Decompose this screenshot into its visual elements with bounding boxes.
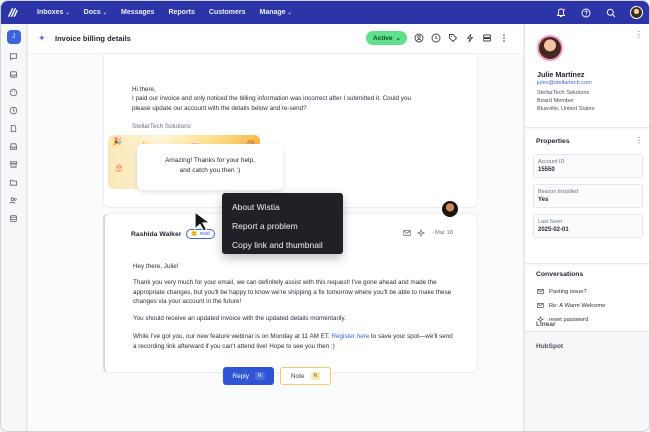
customer-role: Board Member: [537, 98, 574, 104]
message-meta: · Mar 18: [403, 229, 453, 237]
tray-icon[interactable]: [8, 69, 19, 80]
users-icon[interactable]: [8, 195, 19, 206]
status-dropdown[interactable]: Active ⌄: [366, 31, 407, 45]
help-icon[interactable]: [580, 7, 591, 18]
mailbox-badge[interactable]: J: [6, 30, 21, 44]
conversation-header: ✦ Invoice billing details Active ⌄: [28, 24, 523, 54]
nav-right-tools: [555, 1, 643, 24]
customer-email[interactable]: jules@stellartech.com: [537, 80, 592, 86]
conversation-item[interactable]: Re: A Warm Welcome: [537, 302, 605, 309]
reply-paragraph-3: While I've got you, our new feature webi…: [133, 333, 453, 350]
note-button[interactable]: Note N: [280, 367, 331, 385]
composer-actions: Reply R Note N: [223, 367, 331, 385]
sparkle-action-icon[interactable]: [417, 229, 426, 237]
user-avatar[interactable]: [630, 6, 643, 19]
sparkle-icon: ✦: [38, 33, 46, 43]
conversation-title: Invoice billing details: [55, 34, 131, 43]
menu-item-about-wistia[interactable]: About Wistia: [222, 197, 343, 216]
nav-reports[interactable]: Reports: [168, 9, 194, 16]
customer-sidebar: ⋮ Julie Martinez jules@stellartech.com S…: [524, 24, 649, 431]
nav-manage[interactable]: Manage ⌄: [259, 9, 291, 16]
hubspot-section[interactable]: HubSpot: [536, 343, 563, 350]
customer-profile: ⋮ Julie Martinez jules@stellartech.com S…: [525, 24, 649, 128]
party-popper-icon: 🎉: [112, 137, 122, 146]
register-link[interactable]: Register here: [332, 333, 370, 340]
nav-inboxes[interactable]: Inboxes ⌄: [37, 9, 70, 16]
menu-item-report-problem[interactable]: Report a problem: [222, 216, 343, 235]
reply-button[interactable]: Reply R: [223, 367, 274, 385]
shortcut-key: R: [255, 372, 265, 380]
document-icon[interactable]: [8, 123, 19, 134]
conversations-title[interactable]: Conversations: [536, 271, 583, 278]
conversation-tools: Active ⌄: [366, 31, 509, 45]
mail-icon: [537, 289, 544, 294]
chevron-down-icon: ⌄: [102, 9, 107, 16]
sender-name: Rashida Walker: [131, 230, 182, 238]
conversation-item[interactable]: Pasting issue?: [537, 288, 587, 295]
message-date: · Mar 18: [431, 230, 453, 236]
menu-item-copy-link[interactable]: Copy link and thumbnail: [222, 235, 343, 254]
nav-messages[interactable]: Messages: [121, 9, 154, 16]
chevron-down-icon: ⌄: [395, 35, 401, 42]
tag-icon[interactable]: [447, 33, 458, 44]
nav-docs[interactable]: Docs ⌄: [84, 9, 107, 16]
archive-icon[interactable]: [8, 159, 19, 170]
chevron-down-icon: ⌄: [65, 9, 70, 16]
properties-panel: Properties ⋮ Account ID 15550 Beacon Ins…: [525, 130, 649, 264]
agent-avatar: [441, 200, 459, 218]
assignee-icon[interactable]: [413, 33, 424, 44]
clock-icon[interactable]: [8, 105, 19, 116]
reply-greeting: Hey there, Julie!: [133, 263, 179, 270]
workflow-icon[interactable]: [464, 33, 475, 44]
inbox-icon[interactable]: [8, 141, 19, 152]
message-signature: StellarTech Solutions: [132, 123, 191, 130]
mail-icon: [537, 303, 544, 308]
customer-avatar[interactable]: [537, 35, 563, 61]
more-icon[interactable]: [498, 33, 509, 44]
notifications-icon[interactable]: [555, 7, 566, 18]
chat-icon[interactable]: [8, 51, 19, 62]
chevron-down-icon: ⌄: [287, 9, 292, 16]
customer-location: Blueville, United States: [537, 106, 595, 112]
more-icon[interactable]: ⋮: [635, 136, 643, 145]
linear-section[interactable]: Linear: [536, 321, 556, 328]
shortcut-key: N: [310, 372, 321, 380]
customer-name[interactable]: Julie Martinez: [537, 70, 585, 79]
message-body: I paid our invoice and only noticed the …: [132, 95, 411, 112]
top-nav: Inboxes ⌄ Docs ⌄ Messages Reports Customer…: [1, 1, 649, 24]
customer-company: StellarTech Solutions: [537, 90, 590, 96]
palette-icon[interactable]: [8, 87, 19, 98]
mail-icon: [403, 230, 411, 236]
property-beacon-installed[interactable]: Beacon Installed Yes: [533, 184, 643, 208]
database-icon[interactable]: [8, 213, 19, 224]
reply-paragraph-2: You should receive an updated invoice wi…: [133, 315, 346, 322]
nav-customers[interactable]: Customers: [209, 9, 246, 16]
layout-icon[interactable]: [481, 33, 492, 44]
reply-paragraph-1: Thank you very much for your email, we c…: [133, 279, 452, 305]
folder-icon[interactable]: [8, 177, 19, 188]
context-menu: About Wistia Report a problem Copy link …: [222, 193, 343, 254]
snooze-clock-icon[interactable]: [430, 33, 441, 44]
thanks-card: Amazing! Thanks for your help, and catch…: [137, 144, 283, 190]
search-icon[interactable]: [605, 7, 616, 18]
properties-title[interactable]: Properties: [536, 138, 570, 145]
app-window: Inboxes ⌄ Docs ⌄ Messages Reports Customer…: [0, 0, 650, 432]
cake-icon: 🎂: [114, 163, 124, 172]
left-rail: J: [1, 24, 27, 431]
mouse-pointer-icon: [194, 210, 212, 232]
more-icon[interactable]: ⋮: [635, 30, 643, 39]
property-last-seen[interactable]: Last Seen 2025-02-01: [533, 214, 643, 238]
property-account-id[interactable]: Account ID 15550: [533, 154, 643, 178]
logo-icon[interactable]: [1, 1, 23, 24]
conversation-panel: ✦ Invoice billing details Active ⌄ Hi the…: [28, 24, 523, 431]
